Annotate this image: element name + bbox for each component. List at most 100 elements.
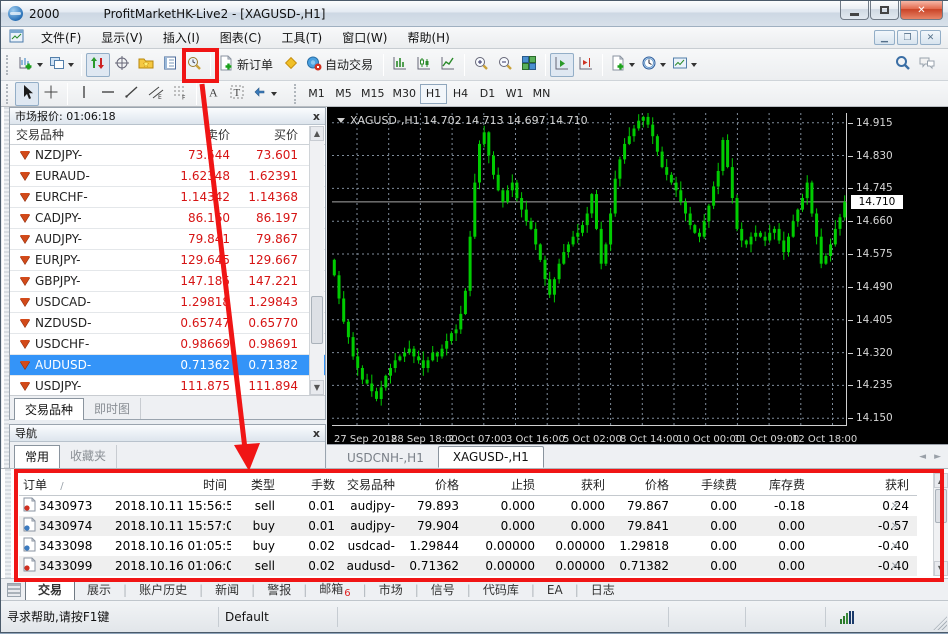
- column-symbol[interactable]: 交易品种: [10, 126, 145, 143]
- chart-shift-button[interactable]: [574, 53, 598, 77]
- orders-column-commission[interactable]: 手续费: [673, 476, 741, 493]
- orders-column-symbol[interactable]: 交易品种: [339, 476, 399, 493]
- tab-scroll-right-icon[interactable]: ►: [934, 452, 941, 462]
- fibonacci-button[interactable]: F: [168, 82, 192, 106]
- scroll-down-icon[interactable]: ▼: [934, 561, 948, 576]
- menu-item-3[interactable]: 图表(C): [210, 27, 272, 48]
- navigator-close-icon[interactable]: x: [313, 427, 320, 440]
- order-row[interactable]: 34330992018.10.16 01:06:05sell0.02audusd…: [19, 556, 917, 576]
- text-button[interactable]: A: [201, 82, 225, 106]
- orders-column-type[interactable]: 类型: [231, 476, 279, 493]
- close-order-icon[interactable]: ✕: [887, 521, 903, 532]
- tile-windows-button[interactable]: [517, 53, 541, 77]
- candlestick-chart-button[interactable]: [412, 53, 436, 77]
- arrows-button[interactable]: [249, 82, 280, 106]
- resize-grip[interactable]: [933, 616, 947, 630]
- market-watch-button[interactable]: [86, 53, 110, 77]
- bottom-tab-0[interactable]: 交易: [25, 578, 75, 601]
- market-watch-row[interactable]: CADJPY-86.16086.197: [10, 208, 325, 229]
- column-bid[interactable]: 卖价: [145, 126, 230, 143]
- vertical-line-button[interactable]: [72, 82, 96, 106]
- order-row[interactable]: 34309732018.10.11 15:56:55sell0.01audjpy…: [19, 496, 917, 516]
- templates-button[interactable]: [669, 53, 700, 77]
- scroll-thumb[interactable]: [311, 296, 323, 344]
- market-watch-row[interactable]: GBPJPY-147.185147.221: [10, 271, 325, 292]
- chart-tab-xagusd[interactable]: XAGUSD-,H1: [438, 446, 544, 468]
- timeframe-h4-button[interactable]: H4: [447, 84, 474, 104]
- bottom-tab-5[interactable]: 邮箱6: [307, 578, 362, 601]
- close-order-icon[interactable]: ✕: [887, 501, 903, 512]
- templates-dropdown-icon[interactable]: [691, 63, 697, 67]
- profiles-button[interactable]: [46, 53, 77, 77]
- market-watch-row[interactable]: USDCAD-1.298181.29843: [10, 292, 325, 313]
- market-watch-row[interactable]: AUDJPY-79.84179.867: [10, 229, 325, 250]
- maximize-button[interactable]: [870, 1, 899, 20]
- indicators-dropdown-icon[interactable]: [629, 63, 635, 67]
- terminal-scrollbar[interactable]: ▲ ▼: [933, 473, 948, 576]
- market-watch-scrollbar[interactable]: ▲ ▼: [309, 126, 324, 395]
- minimize-button[interactable]: [840, 1, 869, 20]
- cursor-button[interactable]: [15, 82, 39, 106]
- scroll-up-icon[interactable]: ▲: [934, 473, 948, 488]
- tab-scroll-left-icon[interactable]: ◄: [919, 452, 926, 462]
- terminal-button[interactable]: [158, 53, 182, 77]
- timeframe-d1-button[interactable]: D1: [474, 84, 501, 104]
- market-watch-row[interactable]: AUDUSD-0.713620.71382: [10, 355, 325, 376]
- toolbar-grip[interactable]: [6, 84, 10, 104]
- order-row[interactable]: 34309742018.10.11 15:57:08buy0.01audjpy-…: [19, 516, 917, 536]
- navigator-button[interactable]: [134, 53, 158, 77]
- scroll-up-icon[interactable]: ▲: [310, 126, 324, 141]
- tab-tick-chart[interactable]: 即时图: [84, 398, 141, 419]
- bottom-tab-4[interactable]: 警报: [255, 579, 303, 600]
- orders-column-swap[interactable]: 库存费: [741, 476, 809, 493]
- timeframe-w1-button[interactable]: W1: [501, 84, 528, 104]
- crosshair-button[interactable]: [39, 82, 63, 106]
- orders-column-price2[interactable]: 价格: [609, 476, 673, 493]
- panel-grip[interactable]: [3, 469, 11, 578]
- timeframe-m5-button[interactable]: M5: [330, 84, 357, 104]
- metaeditor-button[interactable]: [279, 53, 303, 77]
- menu-item-6[interactable]: 帮助(H): [397, 27, 459, 48]
- market-watch-row[interactable]: NZDJPY-73.54473.601: [10, 145, 325, 166]
- zoom-in-button[interactable]: [469, 53, 493, 77]
- bottom-tab-8[interactable]: 代码库: [471, 579, 531, 600]
- timeframe-m1-button[interactable]: M1: [303, 84, 330, 104]
- bar-chart-button[interactable]: [388, 53, 412, 77]
- arrows-dropdown-icon[interactable]: [271, 92, 277, 96]
- orders-column-profit[interactable]: 获利: [809, 476, 913, 493]
- chat-button[interactable]: [915, 53, 939, 77]
- zoom-out-button[interactable]: [493, 53, 517, 77]
- close-button[interactable]: ✕: [900, 1, 943, 20]
- toolbar-grip[interactable]: [294, 84, 298, 104]
- timeframe-mn-button[interactable]: MN: [528, 84, 555, 104]
- chart-dropdown-icon[interactable]: [337, 118, 345, 123]
- auto-trading-button[interactable]: 自动交易: [303, 53, 379, 77]
- menu-item-1[interactable]: 显示(V): [91, 27, 153, 48]
- orders-column-price[interactable]: 价格: [399, 476, 463, 493]
- dock-grip-icon[interactable]: [7, 583, 21, 597]
- chart-tab-usdcnh[interactable]: USDCNH-,H1: [333, 448, 438, 468]
- line-chart-button[interactable]: [436, 53, 460, 77]
- strategy-tester-button[interactable]: [182, 53, 206, 77]
- market-watch-close-icon[interactable]: x: [313, 110, 320, 123]
- market-watch-row[interactable]: USDJPY-111.875111.894: [10, 376, 325, 397]
- menu-item-2[interactable]: 插入(I): [153, 27, 210, 48]
- profiles-dropdown-icon[interactable]: [68, 63, 74, 67]
- orders-column-lots[interactable]: 手数: [279, 476, 339, 493]
- close-order-icon[interactable]: ✕: [887, 541, 903, 552]
- text-label-button[interactable]: T: [225, 82, 249, 106]
- child-minimize-button[interactable]: ▁: [874, 30, 895, 45]
- status-profile[interactable]: Default: [225, 610, 269, 624]
- orders-column-tp[interactable]: 获利: [539, 476, 609, 493]
- trendline-button[interactable]: [120, 82, 144, 106]
- bottom-tab-9[interactable]: EA: [535, 581, 575, 599]
- new-chart-button[interactable]: [15, 53, 46, 77]
- scroll-down-icon[interactable]: ▼: [310, 380, 324, 395]
- chart-plot-area[interactable]: [332, 113, 847, 426]
- close-order-icon[interactable]: ✕: [887, 561, 903, 572]
- panel-grip[interactable]: [2, 107, 9, 468]
- child-restore-button[interactable]: ❐: [897, 30, 918, 45]
- bottom-tab-1[interactable]: 展示: [75, 579, 123, 600]
- orders-column-order[interactable]: 订单 /: [19, 476, 111, 493]
- equidistant-channel-button[interactable]: E: [144, 82, 168, 106]
